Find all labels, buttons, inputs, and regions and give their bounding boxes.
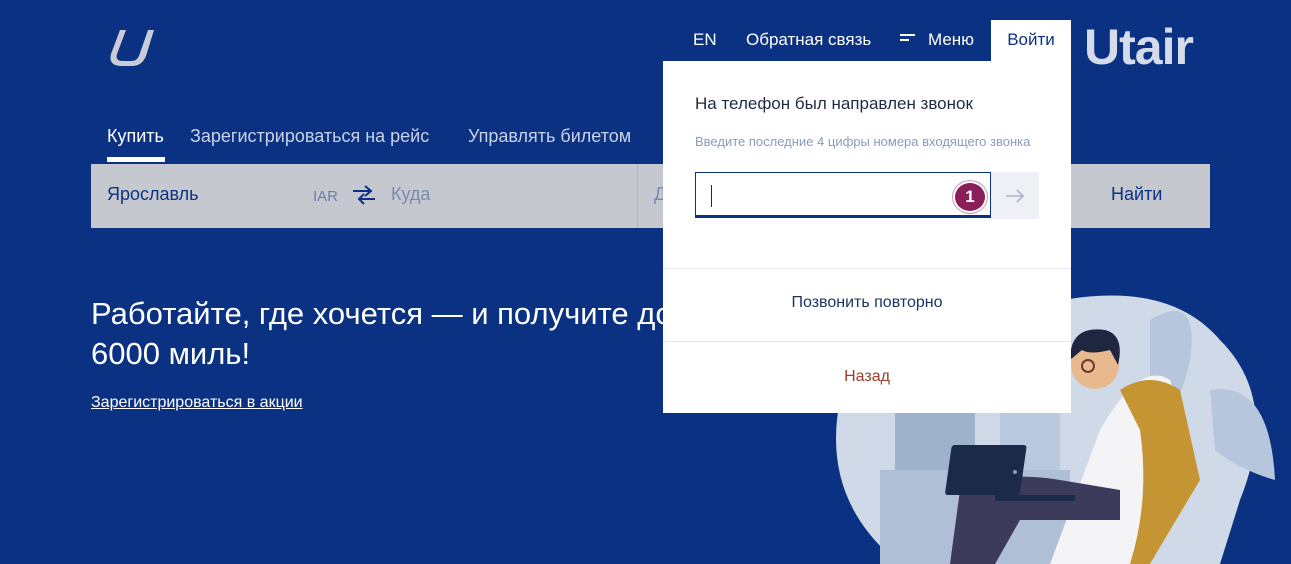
login-button[interactable]: Войти	[991, 20, 1071, 62]
code-hint-label: Введите последние 4 цифры номера входяще…	[695, 134, 1031, 149]
menu-label: Меню	[928, 30, 974, 49]
language-switch[interactable]: EN	[693, 30, 717, 50]
promo-title: Работайте, где хочется — и получите до 6…	[91, 296, 673, 371]
origin-airport-code: IAR	[313, 188, 339, 205]
search-divider	[637, 164, 638, 228]
find-flights-button[interactable]: Найти	[1111, 184, 1162, 205]
promo-register-link[interactable]: Зарегистрироваться в акции	[91, 394, 303, 412]
menu-icon	[900, 34, 917, 46]
modal-title: На телефон был направлен звонок	[695, 94, 973, 113]
call-again-button[interactable]: Позвонить повторно	[663, 294, 1071, 312]
date-field[interactable]: Д	[654, 184, 663, 205]
modal-divider	[663, 268, 1071, 269]
arrow-right-icon	[1006, 188, 1025, 203]
modal-divider	[663, 341, 1071, 342]
back-button[interactable]: Назад	[663, 368, 1071, 386]
step-marker-badge: 1	[953, 181, 987, 213]
call-code-input[interactable]	[695, 172, 991, 218]
origin-field[interactable]: Ярославль	[107, 184, 199, 205]
tab-manage-booking[interactable]: Управлять билетом	[468, 126, 631, 147]
text-cursor	[711, 185, 712, 207]
tab-checkin[interactable]: Зарегистрироваться на рейс	[190, 126, 429, 147]
destination-field[interactable]: Куда	[391, 184, 430, 205]
swap-arrows-icon[interactable]	[351, 184, 377, 206]
brand-wordmark: Utair	[1084, 19, 1194, 75]
menu-button[interactable]: Меню	[900, 30, 974, 50]
tab-active-indicator	[107, 157, 165, 162]
submit-code-button[interactable]	[991, 172, 1039, 219]
utair-logo-icon[interactable]	[106, 26, 156, 70]
feedback-link[interactable]: Обратная связь	[746, 30, 871, 50]
tab-buy[interactable]: Купить	[107, 126, 164, 147]
